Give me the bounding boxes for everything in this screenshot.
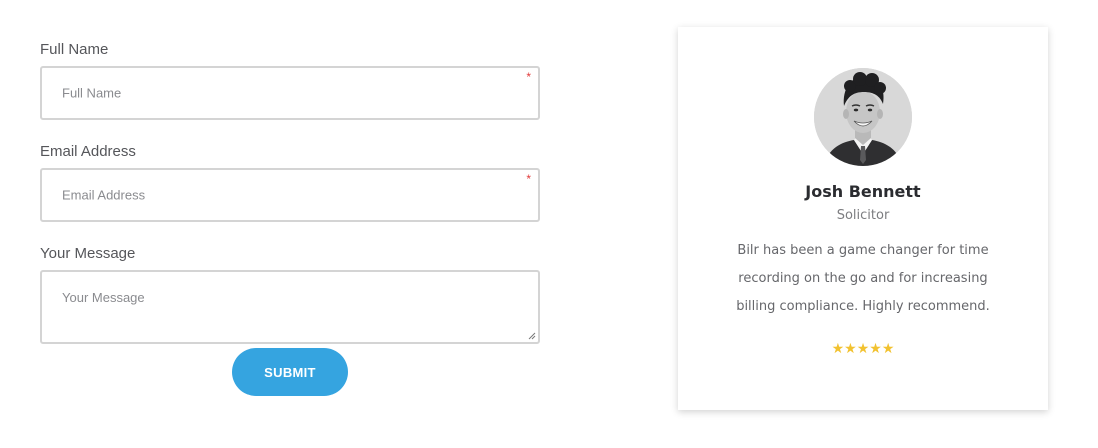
- star-rating-icon: ★★★★★: [831, 340, 895, 356]
- contact-form: Full Name Full Name * Email Address Emai…: [40, 40, 540, 344]
- required-asterisk: *: [526, 70, 531, 84]
- person-photo-icon: [814, 68, 912, 166]
- resize-handle-icon[interactable]: [528, 332, 536, 340]
- email-label: Email Address: [40, 143, 136, 160]
- required-asterisk: *: [526, 172, 531, 186]
- full-name-placeholder: Full Name: [62, 85, 122, 101]
- testimonial-author-role: Solicitor: [836, 208, 890, 223]
- avatar: [814, 68, 912, 166]
- full-name-label: Full Name: [40, 41, 109, 58]
- email-placeholder: Email Address: [62, 187, 146, 203]
- message-placeholder: Your Message: [62, 290, 145, 305]
- message-textarea[interactable]: Your Message: [40, 270, 540, 344]
- testimonial-quote: Bilr has been a game changer for time re…: [736, 243, 990, 314]
- submit-button[interactable]: SUBMIT: [232, 348, 348, 396]
- message-label: Your Message: [40, 245, 136, 262]
- full-name-input[interactable]: Full Name *: [40, 66, 540, 120]
- email-input[interactable]: Email Address *: [40, 168, 540, 222]
- testimonial-card: Josh Bennett Solicitor Bilr has been a g…: [678, 27, 1048, 410]
- testimonial-author-name: Josh Bennett: [805, 182, 921, 201]
- contact-page: Full Name Full Name * Email Address Emai…: [0, 0, 1098, 448]
